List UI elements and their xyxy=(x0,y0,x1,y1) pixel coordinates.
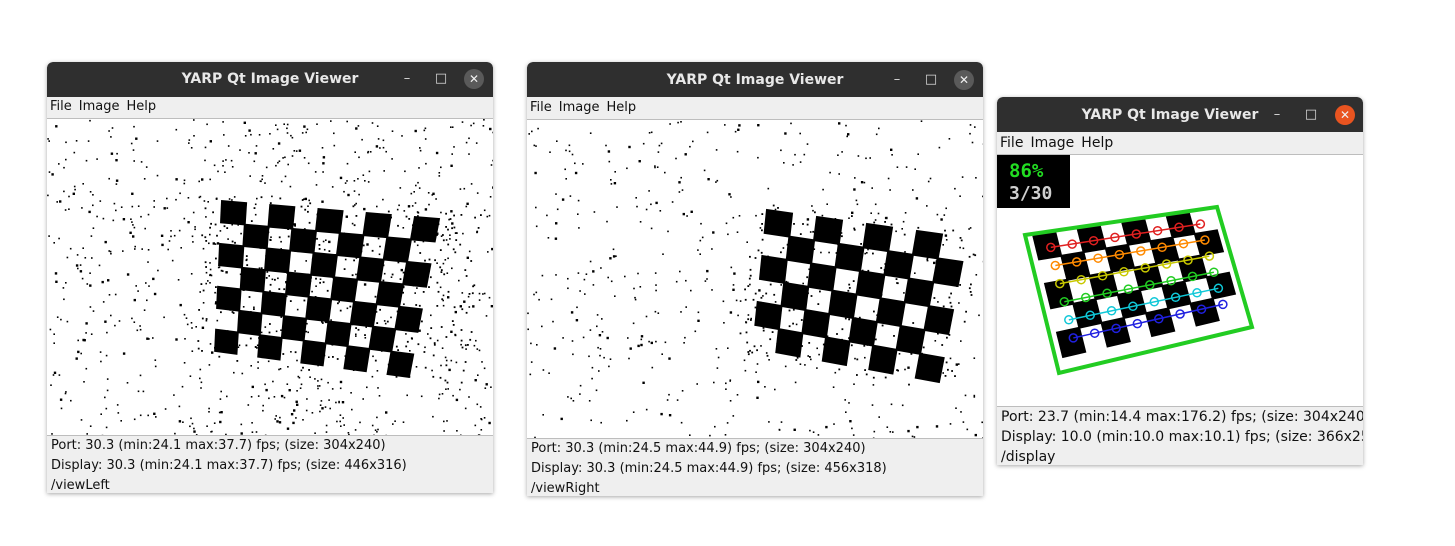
event-image xyxy=(527,120,983,438)
window-title: YARP Qt Image Viewer xyxy=(666,72,844,88)
port-fps-label: Port: 30.3 (min:24.1 max:37.7) fps; (siz… xyxy=(51,438,386,453)
status-area: Port: 30.3 (min:24.5 max:44.9) fps; (siz… xyxy=(527,439,983,496)
port-fps-label: Port: 23.7 (min:14.4 max:176.2) fps; (si… xyxy=(1001,409,1363,425)
progress-percent: 86% xyxy=(1009,160,1044,182)
image-display[interactable] xyxy=(527,119,983,439)
port-name-label: /viewRight xyxy=(531,481,600,496)
status-area: Port: 23.7 (min:14.4 max:176.2) fps; (si… xyxy=(997,407,1363,465)
calibration-image: 86%3/30 xyxy=(997,155,1255,376)
close-icon[interactable]: ✕ xyxy=(464,69,484,89)
menu-file[interactable]: File xyxy=(530,100,552,115)
close-icon[interactable]: ✕ xyxy=(1335,105,1355,125)
port-name-label: /display xyxy=(1001,449,1056,465)
display-fps-label: Display: 30.3 (min:24.5 max:44.9) fps; (… xyxy=(531,461,887,476)
menu-file[interactable]: File xyxy=(50,99,72,114)
menu-file[interactable]: File xyxy=(1000,135,1023,151)
maximize-icon[interactable]: □ xyxy=(431,69,451,89)
port-fps-label: Port: 30.3 (min:24.5 max:44.9) fps; (siz… xyxy=(531,441,866,456)
image-viewer-window-right: YARP Qt Image Viewer – □ ✕ File Image Help… xyxy=(527,62,983,496)
title-bar[interactable]: YARP Qt Image Viewer – □ ✕ xyxy=(47,62,493,97)
menu-help[interactable]: Help xyxy=(606,100,636,115)
checkerboard xyxy=(754,208,964,384)
menu-image[interactable]: Image xyxy=(79,99,120,114)
display-fps-label: Display: 10.0 (min:10.0 max:10.1) fps; (… xyxy=(1001,429,1363,445)
status-area: Port: 30.3 (min:24.1 max:37.7) fps; (siz… xyxy=(47,436,493,493)
title-bar[interactable]: YARP Qt Image Viewer – □ ✕ xyxy=(527,62,983,97)
port-name-label: /viewLeft xyxy=(51,478,110,493)
menu-image[interactable]: Image xyxy=(559,100,600,115)
image-viewer-window-left: YARP Qt Image Viewer – □ ✕ File Image Help… xyxy=(47,62,493,493)
menu-bar: File Image Help xyxy=(527,100,983,119)
maximize-icon[interactable]: □ xyxy=(921,70,941,90)
progress-count: 3/30 xyxy=(1009,183,1052,204)
image-display[interactable]: 86% 3/30 xyxy=(997,154,1363,407)
menu-help[interactable]: Help xyxy=(1081,135,1113,151)
menu-bar: File Image Help xyxy=(47,99,493,118)
title-bar[interactable]: YARP Qt Image Viewer – □ ✕ xyxy=(997,97,1363,132)
minimize-icon[interactable]: – xyxy=(1267,105,1287,125)
minimize-icon[interactable]: – xyxy=(397,69,417,89)
menu-bar: File Image Help xyxy=(997,135,1363,154)
event-image xyxy=(47,119,493,435)
window-title: YARP Qt Image Viewer xyxy=(181,71,359,87)
image-display[interactable] xyxy=(47,118,493,436)
checkerboard xyxy=(214,200,441,379)
display-fps-label: Display: 30.3 (min:24.1 max:37.7) fps; (… xyxy=(51,458,407,473)
menu-help[interactable]: Help xyxy=(126,99,156,114)
menu-image[interactable]: Image xyxy=(1030,135,1074,151)
close-icon[interactable]: ✕ xyxy=(954,70,974,90)
minimize-icon[interactable]: – xyxy=(887,70,907,90)
maximize-icon[interactable]: □ xyxy=(1301,105,1321,125)
image-viewer-window-display: YARP Qt Image Viewer – □ ✕ File Image Help… xyxy=(997,97,1363,465)
